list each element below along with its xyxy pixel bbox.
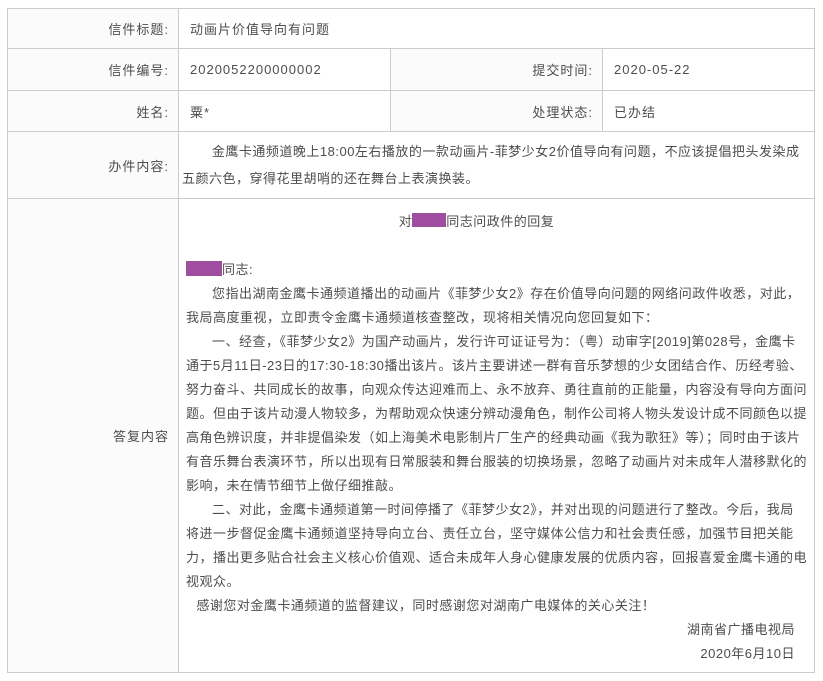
letter-number-label: 信件编号: [7, 48, 179, 91]
row-letter-number: 信件编号: 2020052200000002 提交时间: 2020-05-22 [7, 48, 815, 91]
redaction-block [412, 213, 447, 227]
redaction-block [186, 261, 222, 276]
name-label: 姓名: [7, 90, 179, 132]
status-label: 处理状态: [390, 90, 603, 132]
letter-title-value: 动画片价值导向有问题 [178, 8, 815, 49]
reply-date: 2020年6月10日 [700, 646, 795, 661]
letter-title-label: 信件标题: [7, 8, 179, 49]
reply-title-suffix: 同志问政件的回复 [446, 214, 555, 229]
reply-paragraph: 二、对此，金鹰卡通频道第一时间停播了《菲梦少女2》，并对出现的问题进行了整改。今… [186, 502, 808, 589]
submit-time-label: 提交时间: [390, 48, 603, 91]
reply-content-label: 答复内容 [7, 198, 179, 673]
letter-detail-page: 信件标题: 动画片价值导向有问题 信件编号: 2020052200000002 … [0, 0, 823, 681]
row-reply-content: 答复内容 对 同志问政件的回复 同志: 您指出湖南金鹰卡通频道播出的动画片《菲梦少… [7, 198, 815, 673]
reply-signature: 湖南省广播电视局 [686, 622, 795, 637]
letter-number-value: 2020052200000002 [178, 48, 391, 91]
reply-salutation: 同志: [186, 258, 807, 282]
reply-paragraph: 一、经查，《菲梦少女2》为国产动画片，发行许可证证号为：（粤）动审字[2019]… [186, 334, 808, 493]
submit-time-value: 2020-05-22 [602, 48, 815, 91]
row-name-status: 姓名: 粟* 处理状态: 已办结 [7, 90, 815, 132]
complaint-content-value: 金鹰卡通频道晚上18:00左右播放的一款动画片-菲梦少女2价值导向有问题，不应该… [178, 131, 815, 199]
reply-content-value: 对 同志问政件的回复 同志: 您指出湖南金鹰卡通频道播出的动画片《菲梦少女2》存在… [178, 198, 815, 673]
row-complaint-content: 办件内容: 金鹰卡通频道晚上18:00左右播放的一款动画片-菲梦少女2价值导向有… [7, 131, 815, 199]
status-value: 已办结 [602, 90, 815, 132]
letter-detail-table: 信件标题: 动画片价值导向有问题 信件编号: 2020052200000002 … [7, 8, 815, 673]
reply-title: 对 同志问政件的回复 [186, 210, 767, 234]
name-value: 粟* [178, 90, 391, 132]
reply-paragraph: 您指出湖南金鹰卡通频道播出的动画片《菲梦少女2》存在价值导向问题的网络问政件收悉… [186, 286, 801, 325]
reply-thanks: 感谢您对金鹰卡通频道的监督建议，同时感谢您对湖南广电媒体的关心关注！ [196, 598, 656, 613]
reply-salutation-suffix: 同志: [222, 262, 254, 277]
complaint-content-label: 办件内容: [7, 131, 179, 199]
row-letter-title: 信件标题: 动画片价值导向有问题 [7, 8, 815, 49]
reply-title-prefix: 对 [398, 214, 413, 229]
